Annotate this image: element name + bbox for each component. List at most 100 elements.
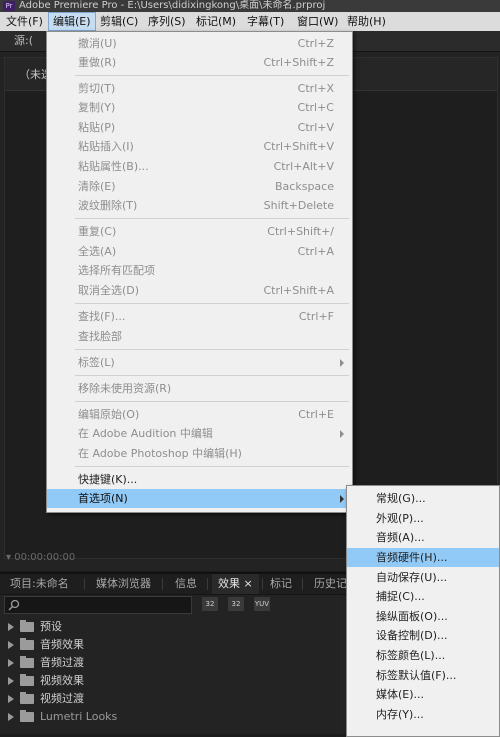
submenu-item-label: 设备控制(D)... (376, 629, 448, 642)
tree-item-presets[interactable]: 预设 (8, 618, 62, 636)
menu-item-duplicate[interactable]: 重复(C) Ctrl+Shift+/ (47, 222, 352, 241)
search-icon (8, 599, 20, 611)
tree-item-video-transitions[interactable]: 视频过渡 (8, 690, 84, 708)
menu-item-ripple-delete[interactable]: 波纹删除(T) Shift+Delete (47, 196, 352, 215)
menu-item-edit-in-audition[interactable]: 在 Adobe Audition 中编辑 (47, 424, 352, 443)
submenu-item-capture[interactable]: 捕捉(C)... (347, 587, 499, 606)
menu-item-edit-original[interactable]: 编辑原始(O) Ctrl+E (47, 405, 352, 424)
yuv-effects-button[interactable]: YUV (254, 597, 270, 611)
tree-item-video-effects[interactable]: 视频效果 (8, 672, 84, 690)
menu-item-label: 撤消(U) (78, 37, 117, 50)
folder-icon (20, 710, 34, 722)
menu-item-select-all[interactable]: 全选(A) Ctrl+A (47, 242, 352, 261)
menu-item-find-faces[interactable]: 查找脸部 (47, 327, 352, 346)
expand-triangle-icon[interactable] (8, 623, 14, 631)
menu-file[interactable]: 文件(F) (2, 12, 47, 31)
submenu-arrow-icon (340, 430, 344, 438)
submenu-item-audio-hardware[interactable]: 音频硬件(H)... (347, 548, 499, 567)
menu-sequence[interactable]: 序列(S) (144, 12, 190, 31)
menu-item-label: 复制(Y) (78, 101, 116, 114)
menu-item-paste-insert[interactable]: 粘贴插入(I) Ctrl+Shift+V (47, 137, 352, 156)
menu-item-preferences[interactable]: 首选项(N) (47, 489, 352, 508)
tab-effects[interactable]: 效果 × (212, 574, 259, 594)
tree-item-audio-effects[interactable]: 音频效果 (8, 636, 84, 654)
menu-item-redo[interactable]: 重做(R) Ctrl+Shift+Z (47, 53, 352, 72)
expand-triangle-icon[interactable] (8, 659, 14, 667)
tab-project[interactable]: 项目:未命名 (10, 574, 69, 594)
32bit-effects-button[interactable]: 32 (228, 597, 244, 611)
expand-triangle-icon[interactable] (8, 677, 14, 685)
menu-item-shortcut: Ctrl+A (297, 245, 334, 258)
menu-item-paste[interactable]: 粘贴(P) Ctrl+V (47, 118, 352, 137)
tab-markers[interactable]: 标记 (270, 574, 292, 594)
menu-item-edit-in-photoshop[interactable]: 在 Adobe Photoshop 中编辑(H) (47, 444, 352, 463)
tree-item-audio-transitions[interactable]: 音频过渡 (8, 654, 84, 672)
expand-triangle-icon[interactable] (8, 713, 14, 721)
menu-item-shortcut: Ctrl+E (298, 408, 334, 421)
effects-search-input[interactable] (4, 596, 192, 614)
menu-item-deselect-all[interactable]: 取消全选(D) Ctrl+Shift+A (47, 281, 352, 300)
menu-item-label-submenu[interactable]: 标签(L) (47, 353, 352, 372)
menu-item-label: 查找脸部 (78, 330, 122, 343)
menu-item-paste-attributes[interactable]: 粘贴属性(B)... Ctrl+Alt+V (47, 157, 352, 176)
menu-edit[interactable]: 编辑(E) (48, 12, 96, 31)
menu-clip[interactable]: 剪辑(C) (96, 12, 142, 31)
menu-item-remove-unused[interactable]: 移除未使用资源(R) (47, 379, 352, 398)
submenu-item-label-colors[interactable]: 标签颜色(L)... (347, 646, 499, 665)
submenu-item-control-surface[interactable]: 操纵面板(O)... (347, 607, 499, 626)
submenu-item-label-defaults[interactable]: 标签默认值(F)... (347, 666, 499, 685)
menu-help[interactable]: 帮助(H) (343, 12, 390, 31)
submenu-item-label: 音频硬件(H)... (376, 551, 448, 564)
menu-window[interactable]: 窗口(W) (293, 12, 342, 31)
source-timecode: ▾ 00:00:00:00 (6, 552, 75, 563)
submenu-item-appearance[interactable]: 外观(P)... (347, 509, 499, 528)
submenu-item-memory[interactable]: 内存(Y)... (347, 705, 499, 724)
menu-item-shortcut: Shift+Delete (263, 199, 334, 212)
accelerated-effects-button[interactable]: 32 (202, 597, 218, 611)
tab-divider (162, 578, 163, 590)
menu-item-cut[interactable]: 剪切(T) Ctrl+X (47, 79, 352, 98)
menu-item-find[interactable]: 查找(F)... Ctrl+F (47, 307, 352, 326)
menu-item-shortcut: Ctrl+Alt+V (273, 160, 334, 173)
tree-item-label: 视频过渡 (40, 692, 84, 705)
submenu-item-audio[interactable]: 音频(A)... (347, 528, 499, 547)
tab-info[interactable]: 信息 (175, 574, 197, 594)
submenu-item-label: 捕捉(C)... (376, 590, 425, 603)
menu-separator (75, 75, 349, 76)
edit-menu-dropdown: 撤消(U) Ctrl+Z 重做(R) Ctrl+Shift+Z 剪切(T) Ctrl+… (46, 31, 353, 513)
tree-item-lumetri-looks[interactable]: Lumetri Looks (8, 708, 117, 726)
menu-separator (75, 375, 349, 376)
menu-marker[interactable]: 标记(M) (192, 12, 240, 31)
menu-item-shortcut: Ctrl+Shift+A (263, 284, 334, 297)
folder-icon (20, 692, 34, 704)
menu-item-shortcut: Ctrl+F (298, 310, 334, 323)
menu-item-label: 取消全选(D) (78, 284, 140, 297)
menu-item-label: 在 Adobe Audition 中编辑 (78, 427, 213, 440)
menu-item-shortcut: Ctrl+Shift+V (263, 140, 334, 153)
tree-item-label: 预设 (40, 620, 62, 633)
menu-item-label: 剪切(T) (78, 82, 116, 95)
menu-item-select-all-matching[interactable]: 选择所有匹配项 (47, 261, 352, 280)
menu-separator (75, 218, 349, 219)
submenu-arrow-icon (340, 359, 344, 367)
menu-item-clear[interactable]: 清除(E) Backspace (47, 177, 352, 196)
tab-media-browser[interactable]: 媒体浏览器 (96, 574, 151, 594)
menu-item-undo[interactable]: 撤消(U) Ctrl+Z (47, 34, 352, 53)
menu-item-shortcut: Ctrl+C (297, 101, 334, 114)
submenu-item-media[interactable]: 媒体(E)... (347, 685, 499, 704)
submenu-item-label: 自动保存(U)... (376, 571, 448, 584)
tab-effects-label: 效果 (218, 577, 240, 590)
menu-item-copy[interactable]: 复制(Y) Ctrl+C (47, 98, 352, 117)
menu-separator (75, 303, 349, 304)
close-icon[interactable]: × (244, 577, 253, 590)
submenu-item-device-control[interactable]: 设备控制(D)... (347, 626, 499, 645)
expand-triangle-icon[interactable] (8, 695, 14, 703)
menu-title[interactable]: 字幕(T) (243, 12, 288, 31)
menu-item-label: 首选项(N) (78, 492, 128, 505)
tab-history[interactable]: 历史记 (314, 574, 347, 594)
submenu-item-autosave[interactable]: 自动保存(U)... (347, 568, 499, 587)
expand-triangle-icon[interactable] (8, 641, 14, 649)
submenu-item-general[interactable]: 常规(G)... (347, 489, 499, 508)
folder-icon (20, 674, 34, 686)
menu-item-keyboard-shortcuts[interactable]: 快捷键(K)... (47, 470, 352, 489)
